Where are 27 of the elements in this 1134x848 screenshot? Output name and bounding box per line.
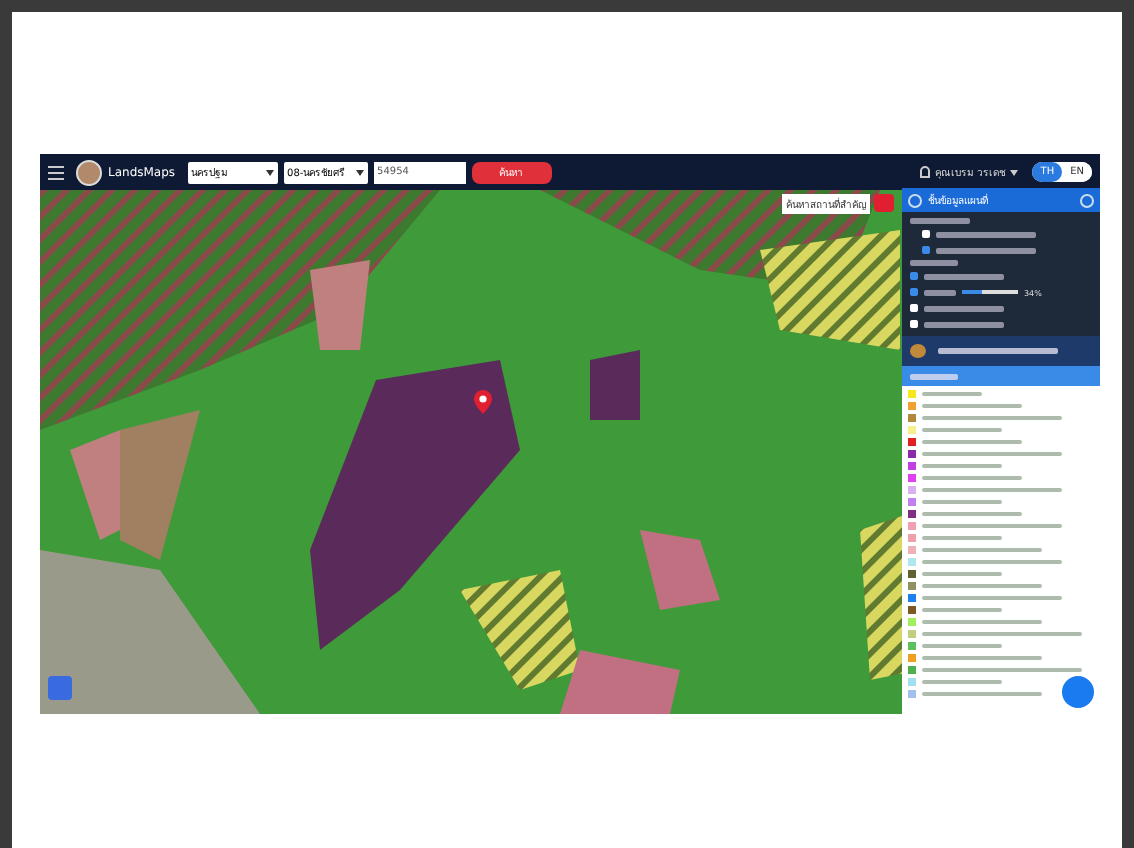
user-icon	[919, 166, 930, 178]
checkbox[interactable]	[910, 288, 918, 296]
legend-title-drawing	[910, 373, 958, 379]
option-label-drawing	[924, 273, 1004, 279]
checkbox[interactable]	[922, 246, 930, 254]
settings-icon[interactable]	[1080, 193, 1094, 207]
banner-text-drawing	[938, 348, 1058, 354]
menu-icon[interactable]	[48, 165, 64, 179]
layers-icon	[910, 344, 926, 358]
checkbox[interactable]	[910, 304, 918, 312]
checkbox[interactable]	[910, 320, 918, 328]
section-heading-drawing	[910, 218, 970, 224]
map-pin-icon[interactable]	[474, 390, 492, 414]
caret-icon	[355, 169, 364, 175]
option-label-drawing	[924, 289, 956, 295]
checkbox[interactable]	[910, 272, 918, 280]
emblem-icon	[76, 159, 102, 185]
more-button[interactable]	[1062, 676, 1094, 708]
option-label-drawing	[924, 321, 1004, 327]
caret-icon	[1010, 169, 1019, 175]
option-label-drawing	[936, 247, 1036, 253]
caret-icon	[265, 169, 274, 175]
checkbox[interactable]	[922, 230, 930, 238]
option-label-drawing	[924, 305, 1004, 311]
settings-icon	[908, 193, 922, 207]
option-label-drawing	[936, 231, 1036, 237]
section-heading-drawing	[910, 260, 958, 266]
